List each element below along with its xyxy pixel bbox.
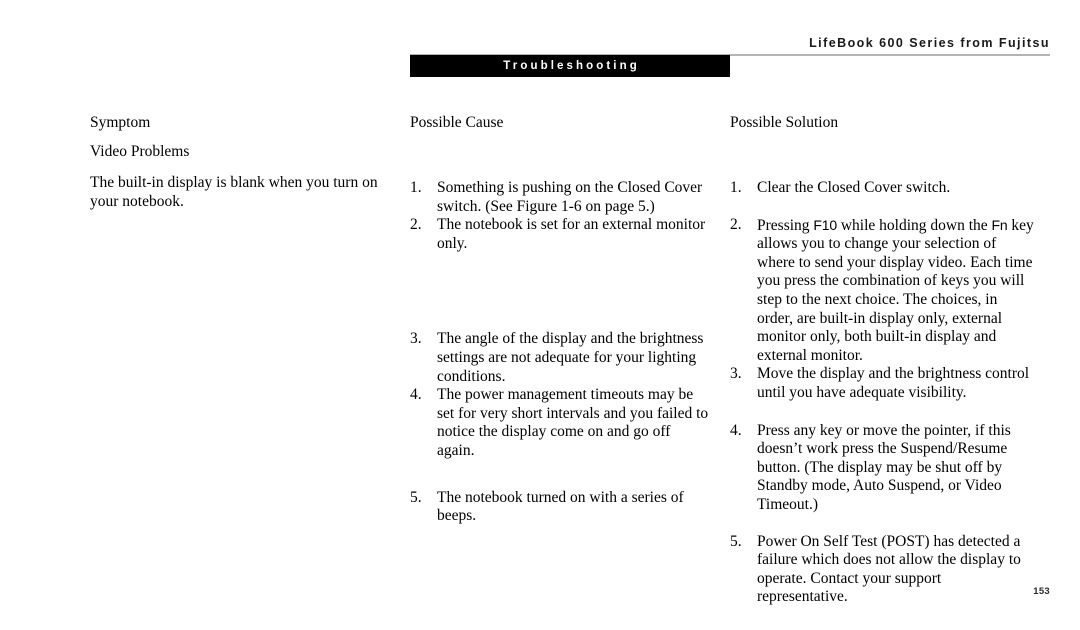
page-number: 153 [1033, 586, 1050, 597]
possible-solution-column: Possible Solution 1. Clear the Closed Co… [730, 113, 1035, 607]
key-fn-label: Fn [991, 216, 1008, 233]
list-item-number: 2. [730, 215, 742, 233]
section-banner-label: Troubleshooting [503, 60, 640, 72]
section-banner: Troubleshooting [410, 55, 730, 77]
list-item: 2. Pressing F10 while holding down the F… [730, 216, 1035, 366]
list-item-number: 4. [730, 421, 742, 439]
key-f10-label: F10 [813, 216, 837, 233]
list-item-text: The notebook is set for an external moni… [437, 216, 706, 252]
list-item-text: The notebook turned on with a series of … [437, 488, 684, 525]
list-item-number: 4. [410, 386, 422, 404]
list-item-text: Move the display and the brightness cont… [757, 365, 1030, 401]
possible-cause-column-heading: Possible Cause [410, 114, 504, 131]
possible-cause-list: 1. Something is pushing on the Closed Co… [410, 179, 710, 526]
symptom-column: Symptom Video Problems The built-in disp… [90, 113, 390, 211]
symptom-description: The built-in display is blank when you t… [90, 174, 378, 210]
list-item-text: Press any key or move the pointer, if th… [757, 421, 1011, 513]
list-item: 1. Something is pushing on the Closed Co… [410, 179, 710, 216]
symptom-subheading: Video Problems [90, 143, 190, 160]
list-item-number: 3. [410, 330, 422, 348]
list-item: 1. Clear the Closed Cover switch. [730, 179, 1035, 198]
list-item: 4. Press any key or move the pointer, if… [730, 422, 1035, 515]
list-item-number: 3. [730, 365, 742, 383]
possible-solution-column-heading: Possible Solution [730, 114, 839, 131]
list-item: 3. The angle of the display and the brig… [410, 330, 710, 386]
list-item-text: Clear the Closed Cover switch. [757, 179, 951, 196]
list-item-text: Something is pushing on the Closed Cover… [437, 179, 703, 215]
possible-cause-column: Possible Cause 1. Something is pushing o… [410, 113, 710, 526]
list-item-text: The power management timeouts may be set… [437, 386, 709, 459]
list-item-number: 2. [410, 216, 422, 234]
possible-solution-list: 1. Clear the Closed Cover switch. 2. Pre… [730, 179, 1035, 607]
list-item-number: 1. [730, 179, 742, 196]
list-item-number: 5. [730, 532, 742, 550]
list-item-text: Pressing F10 while holding down the Fn k… [757, 216, 1035, 366]
list-item-number: 1. [410, 179, 422, 196]
solution-2-text-before: Pressing [757, 216, 814, 234]
solution-2-text-middle: while holding down the [836, 216, 992, 234]
solution-2-text-after: key allows you to change your selection … [757, 216, 1034, 364]
list-item-text: The angle of the display and the brightn… [437, 330, 704, 385]
symptom-column-heading: Symptom [90, 114, 151, 131]
running-head: LifeBook 600 Series from Fujitsu [809, 36, 1050, 50]
list-item: 5. The notebook turned on with a series … [410, 489, 710, 526]
list-item-number: 5. [410, 488, 422, 506]
list-item: 3. Move the display and the brightness c… [730, 365, 1035, 402]
list-item: 4. The power management timeouts may be … [410, 386, 710, 460]
list-item: 2. The notebook is set for an external m… [410, 216, 710, 253]
